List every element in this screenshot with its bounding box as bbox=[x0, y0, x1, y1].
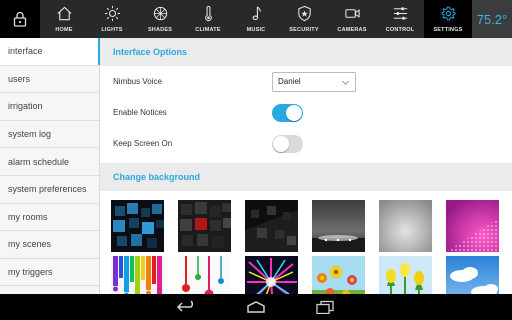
top-navigation-bar: HOME LIGHTS SHADES CLIMATE MUSIC SECURIT… bbox=[0, 0, 512, 38]
recents-icon bbox=[316, 300, 334, 314]
bg-thumb-neon-splash[interactable] bbox=[245, 256, 298, 294]
nav-cameras[interactable]: CAMERAS bbox=[328, 0, 376, 38]
lock-button[interactable] bbox=[0, 0, 40, 38]
back-button[interactable] bbox=[176, 299, 198, 315]
nav-settings[interactable]: SETTINGS bbox=[424, 0, 472, 38]
sidebar-item-my-rooms[interactable]: my rooms bbox=[0, 204, 99, 232]
sidebar-item-system-log[interactable]: system log bbox=[0, 121, 99, 149]
bg-thumb-yellow-tulips[interactable] bbox=[379, 256, 432, 294]
bg-thumb-gray-spotlight-floor[interactable] bbox=[312, 200, 365, 252]
nav-home[interactable]: HOME bbox=[40, 0, 88, 38]
sliders-icon bbox=[393, 7, 407, 20]
bg-thumb-paint-drops-white[interactable] bbox=[178, 256, 231, 294]
nav-shades-label: SHADES bbox=[147, 27, 173, 33]
nav-lights[interactable]: LIGHTS bbox=[88, 0, 136, 38]
notices-row: Enable Notices bbox=[100, 97, 512, 128]
nav-cameras-label: CAMERAS bbox=[337, 27, 367, 33]
interface-options-header: Interface Options bbox=[100, 38, 512, 66]
chevron-down-icon bbox=[342, 80, 349, 85]
sidebar-item-alarm-schedule[interactable]: alarm schedule bbox=[0, 148, 99, 176]
home-button[interactable] bbox=[245, 299, 267, 315]
nav-climate-label: CLIMATE bbox=[195, 27, 221, 33]
nav-control[interactable]: CONTROL bbox=[376, 0, 424, 38]
background-grid bbox=[111, 200, 511, 294]
change-background-header: Change background bbox=[100, 163, 512, 191]
toggle-knob bbox=[273, 135, 289, 152]
sidebar-item-system-preferences[interactable]: system preferences bbox=[0, 176, 99, 204]
nav-music-label: MUSIC bbox=[246, 27, 266, 33]
nav-settings-label: SETTINGS bbox=[433, 27, 463, 33]
sun-icon bbox=[104, 5, 120, 22]
sidebar-item-interface[interactable]: interface bbox=[0, 38, 100, 66]
sidebar-item-my-scenes[interactable]: my scenes bbox=[0, 231, 99, 259]
recents-button[interactable] bbox=[314, 299, 336, 315]
nav-climate[interactable]: CLIMATE bbox=[184, 0, 232, 38]
notices-toggle[interactable] bbox=[272, 103, 303, 122]
notices-label: Enable Notices bbox=[113, 108, 167, 117]
bg-thumb-silver-gradient[interactable] bbox=[379, 200, 432, 252]
voice-select[interactable]: Daniel bbox=[272, 71, 356, 92]
camera-icon bbox=[344, 9, 360, 18]
house-icon bbox=[57, 6, 71, 21]
bg-thumb-colorful-flowers[interactable] bbox=[312, 256, 365, 294]
voice-label: Nimbus Voice bbox=[113, 77, 162, 86]
home-outline-icon bbox=[247, 301, 265, 313]
nav-music[interactable]: MUSIC bbox=[232, 0, 280, 38]
nav-lights-label: LIGHTS bbox=[101, 27, 123, 33]
screen-toggle[interactable] bbox=[272, 134, 303, 153]
back-arrow-icon bbox=[176, 300, 194, 312]
nav-security-label: SECURITY bbox=[289, 27, 319, 33]
nav-home-label: HOME bbox=[55, 27, 73, 33]
screen-label: Keep Screen On bbox=[113, 139, 173, 148]
nav-control-label: CONTROL bbox=[385, 27, 415, 33]
temperature-readout[interactable]: 75.2° bbox=[472, 0, 512, 38]
nav-security[interactable]: SECURITY bbox=[280, 0, 328, 38]
screen-row: Keep Screen On bbox=[100, 128, 512, 159]
shades-icon bbox=[153, 6, 167, 21]
thermometer-icon bbox=[204, 5, 212, 22]
bg-thumb-dark-blue-cubes[interactable] bbox=[111, 200, 164, 252]
voice-select-value: Daniel bbox=[278, 77, 301, 86]
bg-thumb-blue-sky-clouds[interactable] bbox=[446, 256, 499, 294]
bg-thumb-dark-gray-cubes[interactable] bbox=[245, 200, 298, 252]
bg-thumb-red-black-cubes[interactable] bbox=[178, 200, 231, 252]
sidebar-item-my-triggers[interactable]: my triggers bbox=[0, 259, 99, 287]
toggle-knob bbox=[286, 104, 302, 121]
shield-icon bbox=[297, 5, 311, 22]
bg-thumb-pink-dots[interactable] bbox=[446, 200, 499, 252]
settings-sidebar: interface users irrigation system log al… bbox=[0, 38, 100, 294]
system-navigation-bar bbox=[0, 294, 512, 320]
voice-row: Nimbus Voice Daniel bbox=[100, 66, 512, 97]
lock-icon bbox=[13, 11, 27, 27]
settings-content: Interface Options Nimbus Voice Daniel En… bbox=[100, 38, 512, 294]
music-note-icon bbox=[252, 6, 261, 20]
gear-icon bbox=[440, 6, 456, 21]
bg-thumb-rainbow-paint-drips[interactable] bbox=[111, 256, 164, 294]
sidebar-item-irrigation[interactable]: irrigation bbox=[0, 93, 99, 121]
nav-shades[interactable]: SHADES bbox=[136, 0, 184, 38]
sidebar-item-users[interactable]: users bbox=[0, 66, 99, 94]
